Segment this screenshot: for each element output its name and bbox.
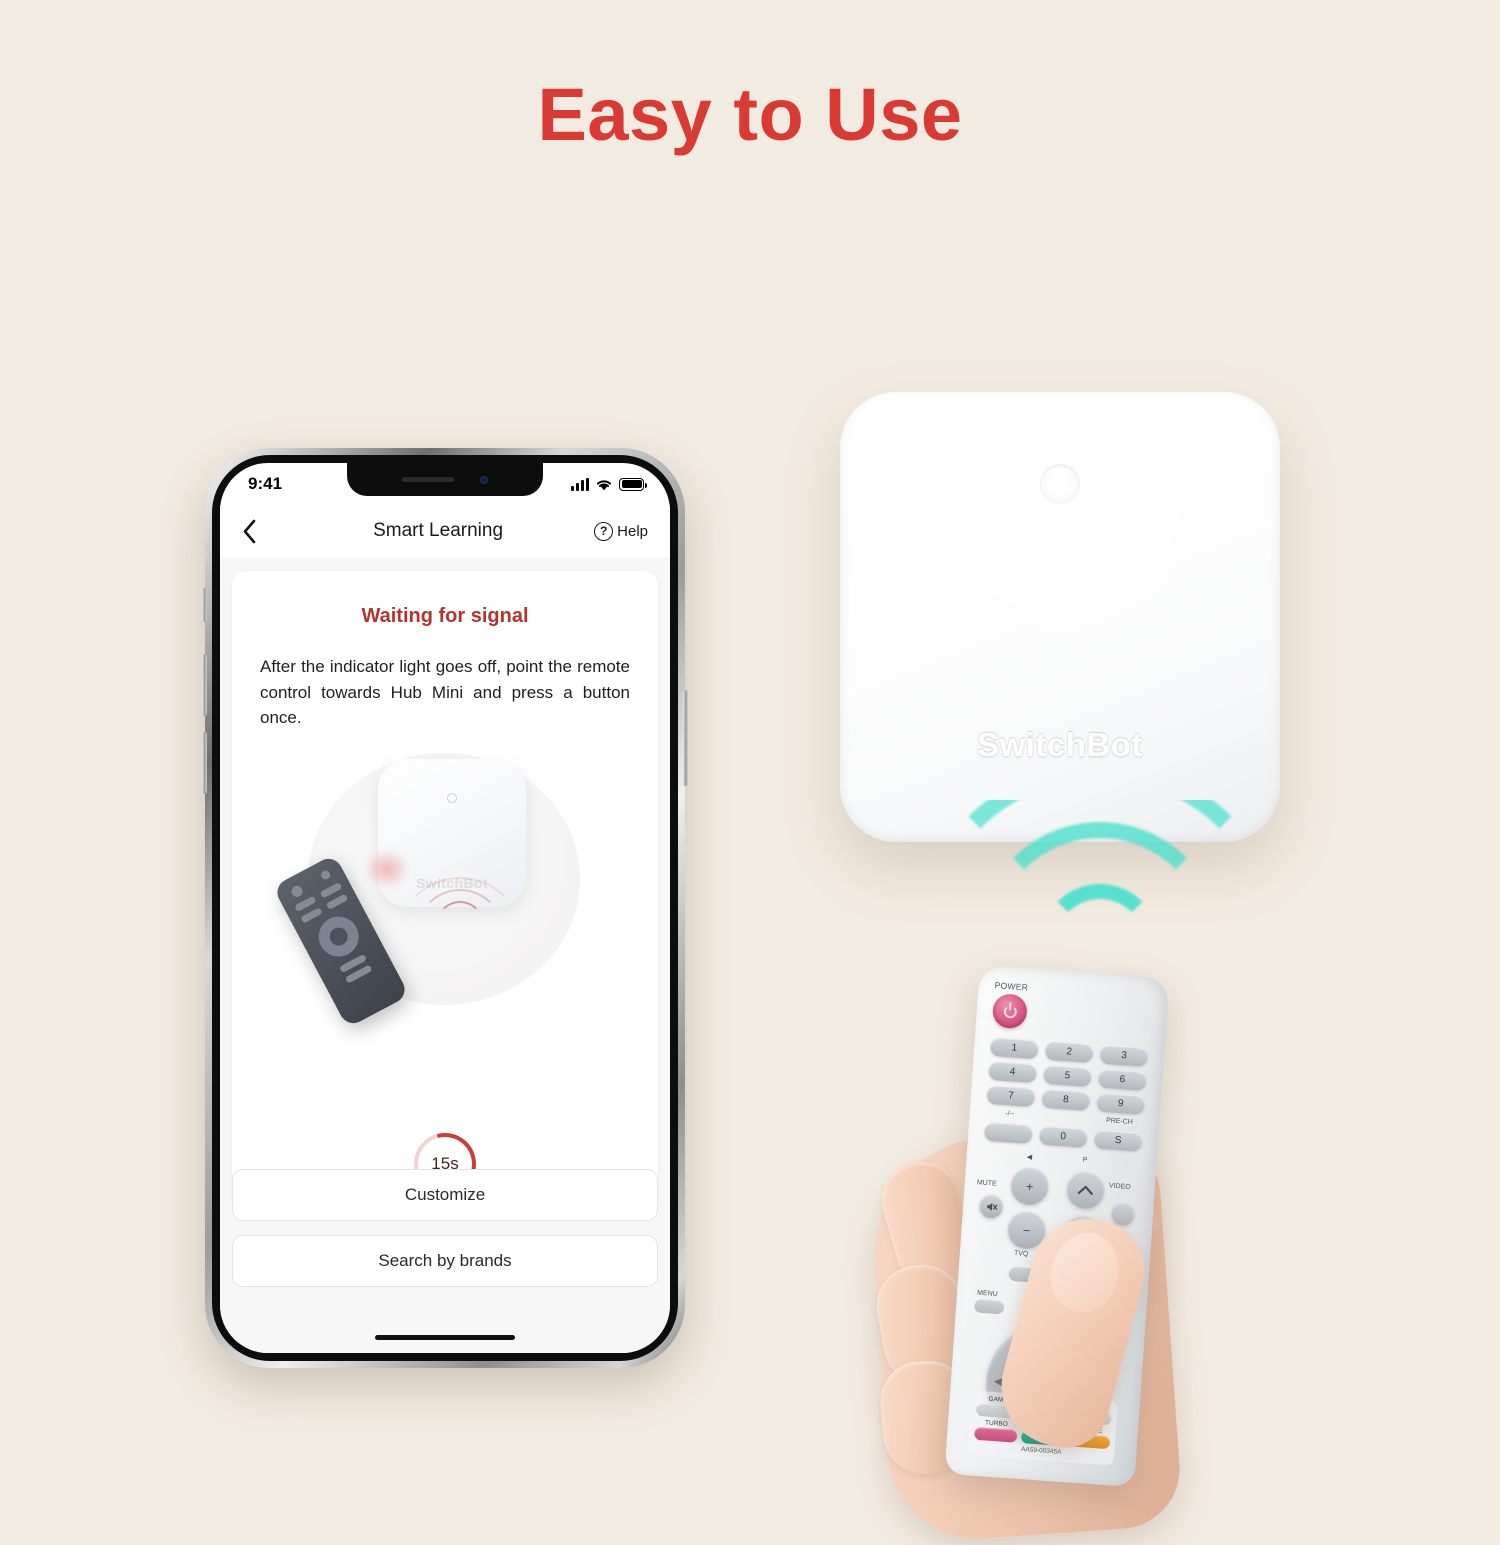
key-5[interactable]: 5 [1042, 1064, 1093, 1088]
hub-brand-logo: SwitchBot [977, 726, 1143, 763]
page-header-title: Smart Learning [373, 520, 504, 541]
app-nav-bar: Smart Learning ? Help [220, 505, 670, 557]
key-7[interactable]: 7 [986, 1084, 1036, 1108]
question-circle-icon: ? [594, 521, 614, 541]
customize-button[interactable]: Customize [232, 1169, 658, 1221]
status-message: Waiting for signal [361, 605, 529, 627]
mute-button[interactable] [978, 1193, 1005, 1220]
volume-up-button[interactable]: + [1009, 1165, 1051, 1207]
menu-button[interactable] [973, 1298, 1005, 1315]
status-led-icon [1040, 464, 1080, 504]
prech-caption: PRE-CH [1105, 1117, 1134, 1127]
search-by-brands-button[interactable]: Search by brands [232, 1235, 658, 1287]
ir-signal-waves-icon [396, 876, 524, 965]
phone-mute-switch[interactable] [202, 588, 207, 622]
status-bar-icons [571, 477, 647, 491]
key-3[interactable]: 3 [1099, 1044, 1149, 1067]
phone-mockup: 9:41 Smart Learning ? Help Waiting for s… [202, 448, 688, 1368]
numeric-keypad-row-4[interactable]: -/-- PRE-CH 0 S [983, 1108, 1144, 1152]
phone-screen: 9:41 Smart Learning ? Help Waiting for s… [220, 463, 670, 1353]
screen-content: Waiting for signal After the indicator l… [220, 557, 670, 1353]
led-indicator-icon [447, 792, 457, 803]
hub-mini-device: SwitchBot [840, 392, 1280, 842]
back-chevron-icon[interactable] [242, 519, 282, 544]
power-button[interactable] [991, 993, 1029, 1030]
action-buttons: Customize Search by brands [232, 1169, 658, 1301]
battery-full-icon [619, 477, 647, 491]
volume-label: ◀ [1026, 1153, 1033, 1162]
ir-glow [364, 848, 410, 889]
key-dash[interactable] [983, 1121, 1033, 1145]
zero-caption [1040, 1112, 1089, 1124]
channel-up-button[interactable] [1065, 1169, 1106, 1211]
power-section: POWER [991, 980, 1153, 1038]
help-label: Help [617, 522, 648, 540]
key-0[interactable]: 0 [1038, 1125, 1088, 1148]
instruction-text: After the indicator light goes off, poin… [260, 657, 630, 727]
key-8[interactable]: 8 [1041, 1088, 1091, 1111]
chevron-up-icon [1077, 1185, 1093, 1195]
thumb-nail [1042, 1225, 1128, 1320]
key-1[interactable]: 1 [989, 1036, 1039, 1060]
tvq-label: TVQ [1013, 1250, 1029, 1259]
status-bar: 9:41 [220, 463, 670, 505]
key-6[interactable]: 6 [1097, 1068, 1147, 1091]
wifi-icon [596, 479, 612, 490]
key-2[interactable]: 2 [1044, 1040, 1094, 1064]
dash-caption: -/-- [1004, 1110, 1015, 1118]
turbo-button[interactable] [973, 1426, 1018, 1443]
key-source[interactable]: S [1093, 1129, 1143, 1152]
phone-power-button[interactable] [683, 690, 688, 786]
hand-holding-remote-icon: POWER 1 2 3 4 5 6 7 8 9 -/-- PRE-CH 0 S … [866, 964, 1270, 1545]
mute-label: MUTE [976, 1179, 997, 1188]
video-label: VIDEO [1108, 1182, 1131, 1192]
pairing-illustration: SwitchBot [272, 749, 590, 1028]
help-button[interactable]: ? Help [594, 521, 648, 541]
power-label: POWER [994, 980, 1029, 993]
home-indicator[interactable] [375, 1335, 515, 1340]
status-bar-time: 9:41 [248, 474, 283, 493]
instruction-card: Waiting for signal After the indicator l… [232, 571, 658, 1211]
video-input-button[interactable] [1110, 1200, 1136, 1227]
phone-volume-down-button[interactable] [202, 732, 207, 794]
menu-label: MENU [976, 1289, 998, 1299]
channel-label: P [1082, 1156, 1088, 1164]
key-4[interactable]: 4 [988, 1060, 1038, 1084]
cellular-bars-icon [571, 477, 589, 491]
power-glyph-icon [1002, 1004, 1017, 1019]
phone-volume-up-button[interactable] [202, 654, 207, 716]
mute-icon [986, 1202, 997, 1211]
page-title: Easy to Use [537, 73, 963, 156]
key-9[interactable]: 9 [1096, 1092, 1146, 1115]
numeric-keypad[interactable]: 1 2 3 4 5 6 7 8 9 [986, 1036, 1149, 1115]
